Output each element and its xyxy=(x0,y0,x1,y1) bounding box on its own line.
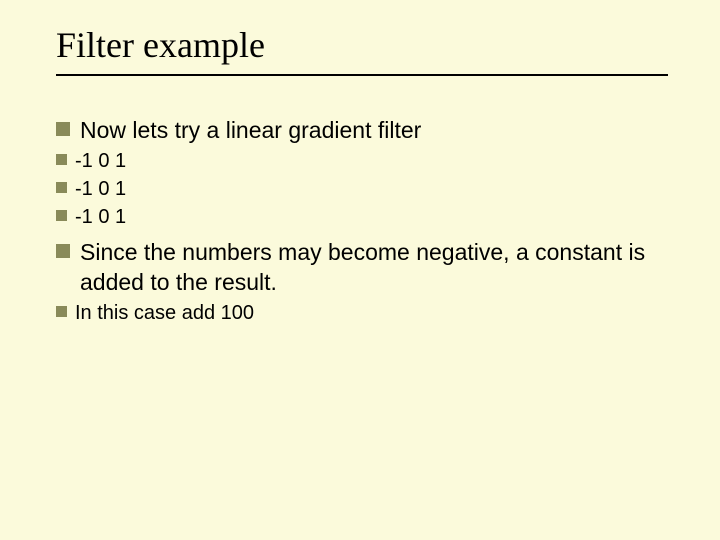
slide-title: Filter example xyxy=(56,24,672,66)
list-item: -1 0 1 xyxy=(56,148,672,174)
title-divider xyxy=(56,74,668,76)
bullet-text: -1 0 1 xyxy=(75,176,126,202)
square-bullet-icon xyxy=(56,182,67,193)
square-bullet-icon xyxy=(56,154,67,165)
bullet-text: Since the numbers may become negative, a… xyxy=(80,238,672,298)
list-item: -1 0 1 xyxy=(56,176,672,202)
square-bullet-icon xyxy=(56,244,70,258)
list-item: Since the numbers may become negative, a… xyxy=(56,238,672,298)
square-bullet-icon xyxy=(56,210,67,221)
list-item: In this case add 100 xyxy=(56,300,672,326)
list-item: Now lets try a linear gradient filter xyxy=(56,116,672,146)
bullet-text: -1 0 1 xyxy=(75,204,126,230)
bullet-text: -1 0 1 xyxy=(75,148,126,174)
bullet-text: In this case add 100 xyxy=(75,300,254,326)
bullet-text: Now lets try a linear gradient filter xyxy=(80,116,421,146)
slide: Filter example Now lets try a linear gra… xyxy=(0,0,720,352)
list-item: -1 0 1 xyxy=(56,204,672,230)
square-bullet-icon xyxy=(56,122,70,136)
square-bullet-icon xyxy=(56,306,67,317)
